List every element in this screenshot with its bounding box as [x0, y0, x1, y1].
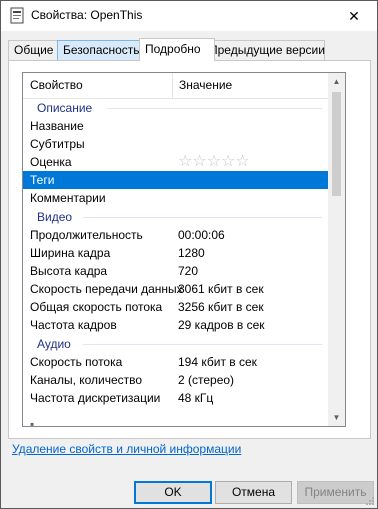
property-name: Теги — [30, 173, 55, 187]
property-name: Название — [30, 119, 84, 133]
property-name: Высота кадра — [30, 264, 108, 278]
tab-general[interactable]: Общие — [8, 40, 60, 60]
column-header-value[interactable]: Значение — [179, 73, 232, 98]
property-value: 3061 кбит в сек — [178, 282, 264, 296]
apply-button[interactable]: Применить — [297, 481, 374, 504]
property-name: Комментарии — [30, 191, 106, 205]
list-item[interactable]: Ширина кадра 1280 — [23, 244, 328, 262]
list-item[interactable]: Частота дискретизации 48 кГц — [23, 389, 328, 407]
close-button[interactable]: ✕ — [331, 1, 377, 31]
list-item[interactable]: Каналы, количество 2 (стерео) — [23, 371, 328, 389]
property-name-clipped: ▪ — [30, 417, 35, 426]
property-name: Продолжительность — [30, 228, 143, 242]
property-value: 48 кГц — [178, 391, 214, 405]
property-name: Частота дискретизации — [30, 391, 161, 405]
property-name: Ширина кадра — [30, 246, 111, 260]
group-label: Описание — [37, 101, 93, 115]
tab-security[interactable]: Безопасность — [57, 40, 147, 60]
group-header-video: Видео — [23, 208, 328, 226]
list-item[interactable]: Скорость передачи данных 3061 кбит в сек — [23, 280, 328, 298]
list-item-partial[interactable]: ▪ — [23, 407, 328, 426]
list-item[interactable]: Субтитры — [23, 135, 328, 153]
window-title: Свойства: OpenThis — [31, 8, 143, 22]
list-item[interactable]: Общая скорость потока 3256 кбит в сек — [23, 298, 328, 316]
column-divider[interactable] — [172, 73, 173, 98]
list-item[interactable]: Частота кадров 29 кадров в сек — [23, 316, 328, 334]
property-value: 00:00:06 — [178, 228, 225, 242]
tab-details[interactable]: Подробно — [139, 38, 215, 61]
tab-previous-versions[interactable]: Предыдущие версии — [203, 40, 325, 60]
list-item[interactable]: Скорость потока 194 кбит в сек — [23, 353, 328, 371]
title-bar[interactable]: Свойства: OpenThis ✕ — [1, 1, 377, 31]
property-value: 29 кадров в сек — [178, 318, 265, 332]
group-separator — [107, 108, 322, 109]
column-header-property[interactable]: Свойство — [30, 73, 83, 98]
list-item[interactable]: Комментарии — [23, 189, 328, 207]
vertical-scrollbar[interactable]: ▲ ▼ — [328, 73, 345, 426]
list-item[interactable]: Продолжительность 00:00:06 — [23, 226, 328, 244]
property-value: 3256 кбит в сек — [178, 300, 264, 314]
property-name: Оценка — [30, 155, 72, 169]
list-item-selected[interactable]: Теги — [23, 171, 328, 189]
group-label: Аудио — [37, 337, 71, 351]
list-item[interactable]: Оценка ☆☆☆☆☆ — [23, 153, 328, 171]
ok-button[interactable]: OK — [134, 481, 212, 504]
details-panel: Свойство Значение Описание Название Субт… — [8, 60, 371, 439]
property-value: 1280 — [178, 246, 205, 260]
cancel-button[interactable]: Отмена — [215, 481, 292, 504]
property-name: Каналы, количество — [30, 373, 143, 387]
scroll-up-icon[interactable]: ▲ — [328, 73, 345, 90]
list-item[interactable]: Название — [23, 117, 328, 135]
property-value: 720 — [178, 264, 199, 278]
rating-stars[interactable]: ☆☆☆☆☆ — [178, 153, 250, 171]
property-name: Скорость потока — [30, 355, 123, 369]
property-name: Скорость передачи данных — [30, 282, 183, 296]
group-header-description: Описание — [23, 99, 328, 117]
close-icon: ✕ — [348, 7, 360, 24]
group-separator — [83, 344, 322, 345]
property-name: Частота кадров — [30, 318, 117, 332]
remove-properties-link[interactable]: Удаление свойств и личной информации — [12, 442, 241, 456]
list-item[interactable]: Высота кадра 720 — [23, 262, 328, 280]
property-value: 2 (стерео) — [178, 373, 235, 387]
group-header-audio: Аудио — [23, 335, 328, 353]
properties-list[interactable]: Свойство Значение Описание Название Субт… — [22, 72, 346, 427]
property-value: 194 кбит в сек — [178, 355, 257, 369]
scroll-down-icon[interactable]: ▼ — [328, 409, 345, 426]
file-properties-icon — [10, 7, 24, 24]
scrollbar-thumb[interactable] — [332, 92, 341, 196]
property-name: Субтитры — [30, 137, 85, 151]
group-separator — [83, 217, 322, 218]
group-label: Видео — [37, 210, 73, 224]
properties-window: Свойства: OpenThis ✕ Общие Безопасность … — [0, 0, 378, 509]
property-name: Общая скорость потока — [30, 300, 163, 314]
resize-grip-icon[interactable] — [364, 495, 374, 505]
list-header: Свойство Значение — [23, 73, 328, 99]
